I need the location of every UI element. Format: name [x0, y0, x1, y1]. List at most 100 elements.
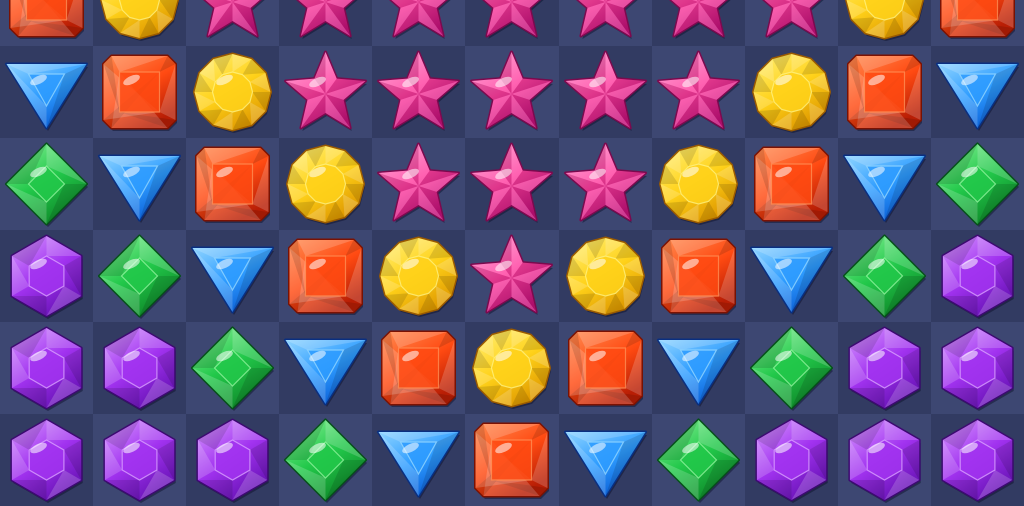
board-cell[interactable]: [558, 414, 652, 506]
board-cell[interactable]: [930, 138, 1024, 230]
board-cell[interactable]: [0, 0, 94, 46]
board-cell[interactable]: [186, 0, 280, 46]
yellow-round-gem-icon: [286, 144, 366, 225]
board-cell[interactable]: [465, 46, 559, 138]
board-cell[interactable]: [279, 414, 373, 506]
board-cell[interactable]: [558, 322, 652, 414]
blue-triangle-gem-icon: [377, 430, 461, 499]
board-cell[interactable]: [837, 322, 931, 414]
green-diamond-gem-icon: [191, 326, 275, 411]
board-cell[interactable]: [372, 138, 466, 230]
board-cell[interactable]: [372, 322, 466, 414]
board-cell[interactable]: [0, 46, 94, 138]
board-cell[interactable]: [186, 230, 280, 322]
pink-star-gem-icon: [668, 0, 731, 39]
board-cell[interactable]: [744, 0, 838, 46]
board-cell[interactable]: [744, 46, 838, 138]
board-cell[interactable]: [465, 138, 559, 230]
purple-hexagon-gem-icon: [755, 418, 828, 503]
board-cell[interactable]: [372, 0, 466, 46]
board-cell[interactable]: [930, 0, 1024, 46]
board-cell[interactable]: [837, 230, 931, 322]
blue-triangle-gem-icon: [842, 154, 926, 223]
board-cell[interactable]: [93, 414, 187, 506]
board-cell[interactable]: [93, 46, 187, 138]
board-cell[interactable]: [651, 230, 745, 322]
board-cell[interactable]: [651, 138, 745, 230]
board-cell[interactable]: [930, 414, 1024, 506]
board-cell[interactable]: [558, 0, 652, 46]
board-cell[interactable]: [837, 46, 931, 138]
board-cell[interactable]: [186, 414, 280, 506]
board-cell[interactable]: [744, 138, 838, 230]
purple-hexagon-gem-icon: [10, 234, 83, 319]
red-square-gem-icon: [474, 422, 550, 499]
board-cell[interactable]: [837, 0, 931, 46]
board-cell[interactable]: [465, 230, 559, 322]
board-cell[interactable]: [651, 46, 745, 138]
yellow-round-gem-icon: [472, 328, 552, 409]
yellow-round-gem-icon: [658, 144, 738, 225]
board-cell[interactable]: [372, 414, 466, 506]
board-cell[interactable]: [0, 138, 94, 230]
board-cell[interactable]: [186, 46, 280, 138]
blue-triangle-gem-icon: [563, 430, 647, 499]
blue-triangle-gem-icon: [98, 154, 182, 223]
yellow-round-gem-icon: [193, 52, 273, 133]
pink-star-gem-icon: [470, 234, 554, 315]
green-diamond-gem-icon: [284, 418, 368, 503]
board-cell[interactable]: [558, 138, 652, 230]
board-cell[interactable]: [837, 414, 931, 506]
board-cell[interactable]: [930, 322, 1024, 414]
blue-triangle-gem-icon: [4, 62, 88, 131]
board-cell[interactable]: [186, 138, 280, 230]
board-cell[interactable]: [558, 46, 652, 138]
board-cell[interactable]: [279, 322, 373, 414]
board-cell[interactable]: [0, 322, 94, 414]
board-cell[interactable]: [465, 414, 559, 506]
board-cell[interactable]: [837, 138, 931, 230]
board-cell[interactable]: [279, 138, 373, 230]
board-cell[interactable]: [930, 230, 1024, 322]
board-cell[interactable]: [465, 0, 559, 46]
red-square-gem-icon: [8, 0, 84, 39]
green-diamond-gem-icon: [656, 418, 740, 503]
pink-star-gem-icon: [563, 142, 647, 223]
board-cell[interactable]: [93, 138, 187, 230]
board-cell[interactable]: [93, 230, 187, 322]
board-cell[interactable]: [372, 230, 466, 322]
board-cell[interactable]: [651, 0, 745, 46]
pink-star-gem-icon: [482, 0, 545, 39]
purple-hexagon-gem-icon: [941, 326, 1014, 411]
green-diamond-gem-icon: [749, 326, 833, 411]
green-diamond-gem-icon: [842, 234, 926, 319]
green-diamond-gem-icon: [4, 142, 88, 227]
board-cell[interactable]: [651, 322, 745, 414]
purple-hexagon-gem-icon: [848, 418, 921, 503]
board-cell[interactable]: [651, 414, 745, 506]
board-cell[interactable]: [930, 46, 1024, 138]
purple-hexagon-gem-icon: [10, 418, 83, 503]
board-cell[interactable]: [744, 230, 838, 322]
board-cell[interactable]: [744, 322, 838, 414]
board-cell[interactable]: [279, 0, 373, 46]
board-cell[interactable]: [93, 322, 187, 414]
blue-triangle-gem-icon: [284, 338, 368, 407]
board-cell[interactable]: [93, 0, 187, 46]
board-cell[interactable]: [186, 322, 280, 414]
board-cell[interactable]: [465, 322, 559, 414]
board-cell[interactable]: [558, 230, 652, 322]
yellow-round-gem-icon: [751, 52, 831, 133]
pink-star-gem-icon: [575, 0, 638, 39]
board-cell[interactable]: [372, 46, 466, 138]
board-cell[interactable]: [744, 414, 838, 506]
board-cell[interactable]: [279, 46, 373, 138]
blue-triangle-gem-icon: [749, 246, 833, 315]
purple-hexagon-gem-icon: [10, 326, 83, 411]
board-cell[interactable]: [0, 414, 94, 506]
board-cell[interactable]: [0, 230, 94, 322]
board-cell[interactable]: [279, 230, 373, 322]
pink-star-gem-icon: [563, 50, 647, 131]
pink-star-gem-icon: [296, 0, 358, 39]
pink-star-gem-icon: [761, 0, 824, 39]
